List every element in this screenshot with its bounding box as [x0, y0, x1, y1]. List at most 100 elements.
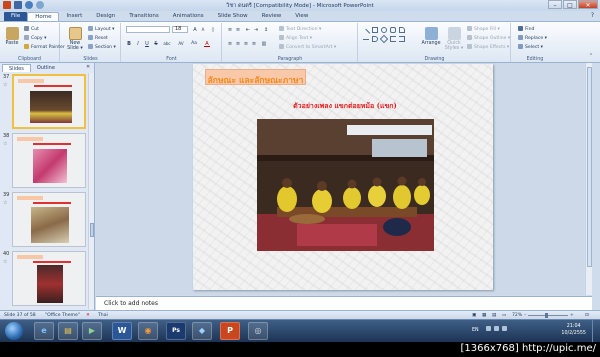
- zoom-slider[interactable]: [528, 315, 568, 316]
- slide-caption[interactable]: ตัวอย่างเพลง แขกต่อยหม้อ (แขก): [285, 101, 405, 112]
- slide-scrollbar[interactable]: [585, 63, 592, 295]
- font-name-field[interactable]: [126, 26, 170, 33]
- strikethrough-button[interactable]: S: [153, 41, 159, 47]
- star-shape-icon[interactable]: [379, 34, 389, 44]
- format-painter-button[interactable]: Format Painter: [24, 44, 65, 50]
- decrease-indent-icon[interactable]: ⇤: [245, 27, 251, 33]
- line-shape-icon[interactable]: [361, 28, 371, 38]
- arrange-button[interactable]: Arrange: [421, 27, 441, 46]
- select-button[interactable]: Select ▾: [518, 44, 543, 50]
- tab-outline[interactable]: Outline: [31, 64, 61, 72]
- firefox-icon[interactable]: ◉: [138, 322, 158, 340]
- photoshop-icon[interactable]: Ps: [166, 322, 186, 340]
- shape-fill-button[interactable]: Shape Fill ▾: [467, 26, 500, 32]
- normal-view-icon[interactable]: ▣: [472, 313, 476, 318]
- slide-show-icon[interactable]: ▭: [502, 313, 506, 318]
- network-icon[interactable]: [494, 326, 499, 331]
- slide-photo[interactable]: [257, 119, 434, 251]
- tab-slide-show[interactable]: Slide Show: [211, 12, 255, 21]
- paste-button[interactable]: Paste: [3, 27, 21, 46]
- language-indicator[interactable]: Thai: [98, 313, 108, 318]
- char-spacing-button[interactable]: AV: [176, 41, 186, 47]
- italic-button[interactable]: I: [135, 41, 141, 47]
- slide-sorter-icon[interactable]: ▦: [482, 313, 486, 318]
- close-panel-icon[interactable]: ✕: [86, 64, 90, 70]
- zoom-slider-knob[interactable]: [545, 313, 548, 318]
- shape-outline-button[interactable]: Shape Outline ▾: [467, 35, 510, 41]
- slide-thumbnail[interactable]: 40 ☆: [2, 251, 86, 306]
- rectangle-shape-icon[interactable]: [372, 27, 378, 33]
- text-shadow-button[interactable]: abc: [161, 41, 173, 47]
- start-button[interactable]: [5, 322, 23, 340]
- file-explorer-icon[interactable]: ▤: [58, 322, 78, 340]
- zoom-out-button[interactable]: –: [524, 313, 526, 318]
- section-button[interactable]: Section ▾: [88, 44, 116, 50]
- slide-thumbnail[interactable]: 37 ☆: [2, 74, 86, 129]
- justify-icon[interactable]: ≡: [251, 41, 257, 47]
- zoom-level[interactable]: 72%: [512, 313, 522, 318]
- copy-button[interactable]: Copy ▾: [24, 35, 46, 41]
- smartart-button[interactable]: Convert to SmartArt ▾: [279, 44, 336, 50]
- shape-effects-button[interactable]: Shape Effects ▾: [467, 44, 509, 50]
- change-case-button[interactable]: Aa: [189, 41, 199, 47]
- tray-icon[interactable]: [486, 326, 491, 331]
- tab-slides[interactable]: Slides: [2, 64, 31, 72]
- app-icon[interactable]: ◎: [248, 322, 268, 340]
- grow-font-icon[interactable]: A: [192, 27, 198, 33]
- reset-button[interactable]: Reset: [88, 35, 108, 41]
- clock[interactable]: 21:04 10/2/2555: [561, 323, 586, 337]
- quick-styles-button[interactable]: Quick Styles ▾: [443, 27, 465, 51]
- language-bar[interactable]: EN: [472, 328, 479, 333]
- triangle-shape-icon[interactable]: [399, 27, 405, 33]
- align-right-icon[interactable]: ≡: [243, 41, 249, 47]
- close-button[interactable]: ✕: [578, 0, 598, 9]
- arrow-right-shape-icon[interactable]: [372, 36, 378, 42]
- minimize-button[interactable]: –: [548, 0, 562, 9]
- slide-title-box[interactable]: ลักษณะ และลักษณะภาษา: [205, 69, 306, 86]
- bracket-shape-icon[interactable]: [390, 36, 396, 42]
- maximize-button[interactable]: □: [563, 0, 577, 9]
- zoom-in-button[interactable]: +: [570, 313, 574, 318]
- volume-icon[interactable]: [502, 326, 507, 331]
- text-direction-button[interactable]: Text Direction ▾: [279, 26, 321, 32]
- rounded-rect-shape-icon[interactable]: [390, 27, 396, 33]
- font-size-field[interactable]: 18: [172, 26, 188, 33]
- tab-file[interactable]: File: [4, 12, 28, 21]
- find-button[interactable]: Find: [518, 26, 534, 32]
- bullets-icon[interactable]: ≡: [227, 27, 233, 33]
- align-center-icon[interactable]: ≡: [235, 41, 241, 47]
- powerpoint-icon[interactable]: P: [220, 322, 240, 340]
- new-slide-button[interactable]: New Slide ▾: [64, 27, 86, 51]
- bold-button[interactable]: B: [126, 41, 132, 47]
- slide-thumbnail[interactable]: 39 ☆: [2, 192, 86, 247]
- replace-button[interactable]: Replace ▾: [518, 35, 547, 41]
- tab-view[interactable]: View: [288, 12, 315, 21]
- panel-scrollbar[interactable]: [88, 73, 94, 309]
- spell-check-icon[interactable]: ✕: [86, 313, 90, 318]
- arrow-shape-icon[interactable]: [363, 39, 369, 45]
- layout-button[interactable]: Layout ▾: [88, 26, 114, 32]
- numbering-icon[interactable]: ≡: [235, 27, 241, 33]
- collapse-ribbon-icon[interactable]: ⌃: [588, 53, 594, 59]
- tab-review[interactable]: Review: [255, 12, 289, 21]
- shrink-font-icon[interactable]: A: [200, 27, 206, 33]
- cut-button[interactable]: Cut: [24, 26, 39, 32]
- notes-pane[interactable]: Click to add notes: [96, 296, 592, 310]
- slide-thumbnail[interactable]: 38 ☆: [2, 133, 86, 188]
- align-text-button[interactable]: Align Text ▾: [279, 35, 312, 41]
- show-desktop-button[interactable]: [592, 320, 600, 342]
- columns-icon[interactable]: ▥: [261, 41, 267, 47]
- slide-scrollbar-thumb[interactable]: [587, 67, 592, 267]
- fit-slide-icon[interactable]: ⊡: [585, 313, 589, 318]
- app-icon[interactable]: ◆: [192, 322, 212, 340]
- help-icon[interactable]: ?: [591, 12, 594, 19]
- line-spacing-icon[interactable]: ↕: [263, 27, 269, 33]
- tab-design[interactable]: Design: [89, 12, 122, 21]
- internet-explorer-icon[interactable]: e: [34, 322, 54, 340]
- font-color-button[interactable]: A: [204, 41, 210, 47]
- align-left-icon[interactable]: ≡: [227, 41, 233, 47]
- current-slide[interactable]: ลักษณะ และลักษณะภาษา ตัวอย่างเพลง แขกต่อ…: [193, 64, 493, 290]
- panel-scrollbar-thumb[interactable]: [90, 223, 94, 237]
- tab-insert[interactable]: Insert: [59, 12, 89, 21]
- tab-transitions[interactable]: Transitions: [122, 12, 165, 21]
